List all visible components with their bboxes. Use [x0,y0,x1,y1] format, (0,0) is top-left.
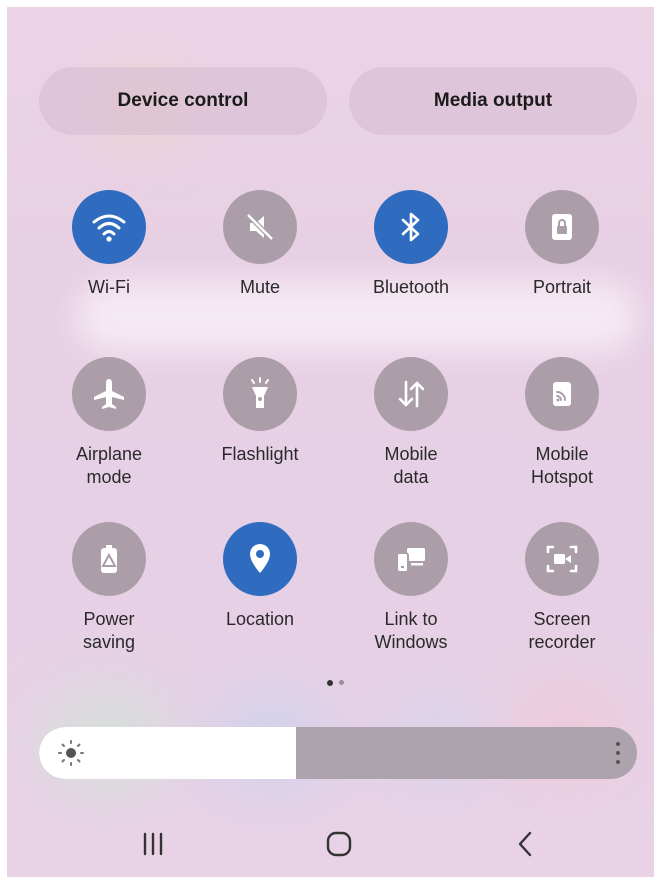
recents-icon [143,832,163,856]
bluetooth-icon [391,207,431,247]
tile-label: Flashlight [221,444,299,464]
wifi-toggle[interactable] [72,190,146,264]
mute-icon [240,207,280,247]
tile-wifi[interactable]: Wi-Fi [44,190,174,299]
media-output-label: Media output [433,90,553,111]
device-control-label: Device control [117,90,249,111]
tile-label: Airplane mode [75,444,143,487]
home-button[interactable] [309,822,369,866]
recents-button[interactable] [123,822,183,866]
navigation-bar [7,822,654,877]
tile-link-to-windows[interactable]: Link to Windows [346,522,476,654]
flashlight-toggle[interactable] [223,357,297,431]
top-buttons: Device control Media output [39,67,637,135]
tile-label: Link to Windows [374,609,448,652]
link-to-windows-toggle[interactable] [374,522,448,596]
quick-settings-panel: Device control Media output Wi-Fi Mute Blu… [7,7,654,877]
mute-toggle[interactable] [223,190,297,264]
tile-label: Mobile data [384,444,438,487]
page-dot-active [327,680,333,686]
back-icon [518,831,532,857]
airplane-icon [89,374,129,414]
brightness-slider[interactable] [39,727,637,779]
portrait-lock-icon [542,207,582,247]
back-button[interactable] [495,822,555,866]
home-icon [326,831,352,857]
tile-label: Bluetooth [372,277,450,297]
tile-airplane[interactable]: Airplane mode [44,357,174,489]
hotspot-toggle[interactable] [525,357,599,431]
tile-portrait-lock[interactable]: Portrait [497,190,627,299]
tile-label: Location [225,609,295,629]
screen-recorder-icon [542,539,582,579]
flashlight-icon [240,374,280,414]
tile-label: Portrait [532,277,592,297]
media-output-button[interactable]: Media output [349,67,637,135]
tile-mute[interactable]: Mute [195,190,325,299]
location-icon [240,539,280,579]
device-control-button[interactable]: Device control [39,67,327,135]
link-to-windows-icon [391,539,431,579]
sun-icon [57,739,85,772]
power-saving-toggle[interactable] [72,522,146,596]
tile-mobile-data[interactable]: Mobile data [346,357,476,489]
tile-label: Mobile Hotspot [530,444,594,487]
tile-label: Screen recorder [528,609,596,652]
tile-flashlight[interactable]: Flashlight [195,357,325,466]
more-options-icon[interactable] [611,739,625,767]
bluetooth-toggle[interactable] [374,190,448,264]
tile-bluetooth[interactable]: Bluetooth [346,190,476,299]
hotspot-icon [542,374,582,414]
page-dot [339,680,344,685]
tile-label: Power saving [82,609,136,652]
tile-label: Wi-Fi [88,277,130,297]
tile-screen-recorder[interactable]: Screen recorder [497,522,627,654]
mobile-data-toggle[interactable] [374,357,448,431]
screen-recorder-toggle[interactable] [525,522,599,596]
tile-label: Mute [239,277,281,297]
portrait-lock-toggle[interactable] [525,190,599,264]
wifi-icon [89,207,129,247]
tile-hotspot[interactable]: Mobile Hotspot [497,357,627,489]
location-toggle[interactable] [223,522,297,596]
airplane-toggle[interactable] [72,357,146,431]
page-indicator [321,680,351,688]
tile-location[interactable]: Location [195,522,325,631]
tile-power-saving[interactable]: Power saving [44,522,174,654]
power-saving-icon [89,539,129,579]
mobile-data-icon [391,374,431,414]
